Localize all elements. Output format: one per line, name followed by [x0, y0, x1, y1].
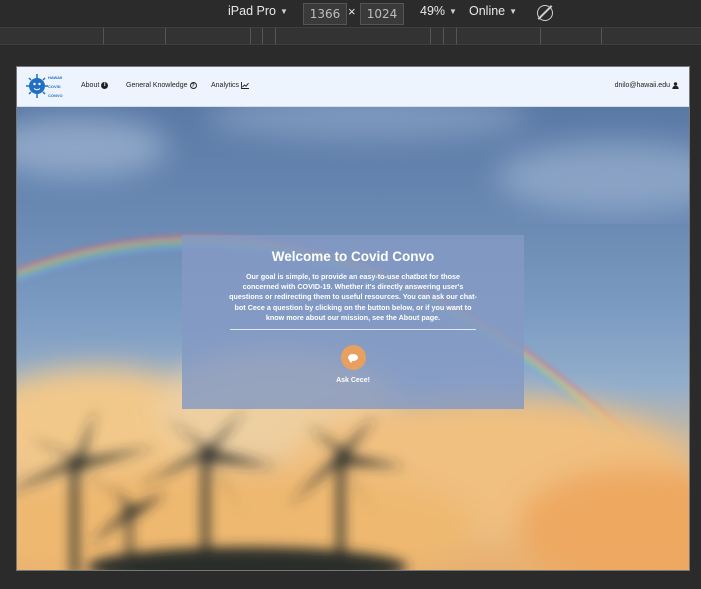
welcome-card: Welcome to Covid Convo Our goal is simpl… — [182, 235, 524, 409]
rotate-icon[interactable] — [537, 5, 553, 21]
device-viewport: HAWAII COVID CONVO About i General Knowl… — [16, 66, 690, 571]
user-icon — [672, 82, 679, 89]
intro-text: Our goal is simple, to provide an easy-t… — [229, 272, 477, 322]
chart-icon — [241, 82, 250, 89]
covid-convo-logo[interactable]: HAWAII COVID CONVO — [26, 71, 66, 102]
navbar: HAWAII COVID CONVO About i General Knowl… — [17, 67, 689, 107]
nav-analytics[interactable]: Analytics — [211, 82, 250, 89]
info-circle-icon: i — [101, 82, 109, 89]
page-title: Welcome to Covid Convo — [271, 249, 435, 264]
svg-text:CONVO: CONVO — [48, 93, 63, 98]
divider — [230, 329, 476, 331]
chevron-down-icon: ▼ — [279, 6, 288, 16]
zoom-selector[interactable]: 49% ▼ — [420, 4, 457, 18]
width-input[interactable]: 1366 — [303, 3, 347, 25]
svg-text:COVID: COVID — [48, 84, 61, 89]
nav-general-knowledge-label: General Knowledge — [126, 82, 188, 89]
media-query-bar[interactable] — [0, 27, 701, 45]
times-symbol: × — [348, 4, 356, 19]
device-name: iPad Pro — [228, 4, 276, 18]
nav-about[interactable]: About i — [81, 82, 109, 89]
zoom-value: 49% — [420, 4, 446, 18]
hero-section: Welcome to Covid Convo Our goal is simpl… — [17, 107, 689, 570]
device-selector[interactable]: iPad Pro ▼ — [228, 4, 288, 18]
svg-text:HAWAII: HAWAII — [48, 75, 62, 80]
network-selector[interactable]: Online ▼ — [469, 4, 517, 18]
network-value: Online — [469, 4, 506, 18]
chevron-down-icon: ▼ — [449, 6, 457, 16]
ask-cece-button[interactable] — [340, 345, 366, 371]
nav-about-label: About — [81, 82, 100, 89]
user-menu[interactable]: dnilo@hawaii.edu — [615, 82, 679, 89]
devtools-toolbar: iPad Pro ▼ 1366 × 1024 49% ▼ Online ▼ — [0, 0, 701, 27]
nav-analytics-label: Analytics — [211, 82, 240, 89]
user-email: dnilo@hawaii.edu — [614, 82, 670, 89]
question-circle-icon: ? — [189, 82, 197, 89]
nav-general-knowledge[interactable]: General Knowledge ? — [126, 82, 197, 89]
chevron-down-icon: ▼ — [509, 6, 518, 16]
chat-bubble-icon — [348, 354, 358, 364]
height-input[interactable]: 1024 — [360, 3, 404, 25]
ask-cece-label: Ask Cece! — [336, 377, 370, 385]
